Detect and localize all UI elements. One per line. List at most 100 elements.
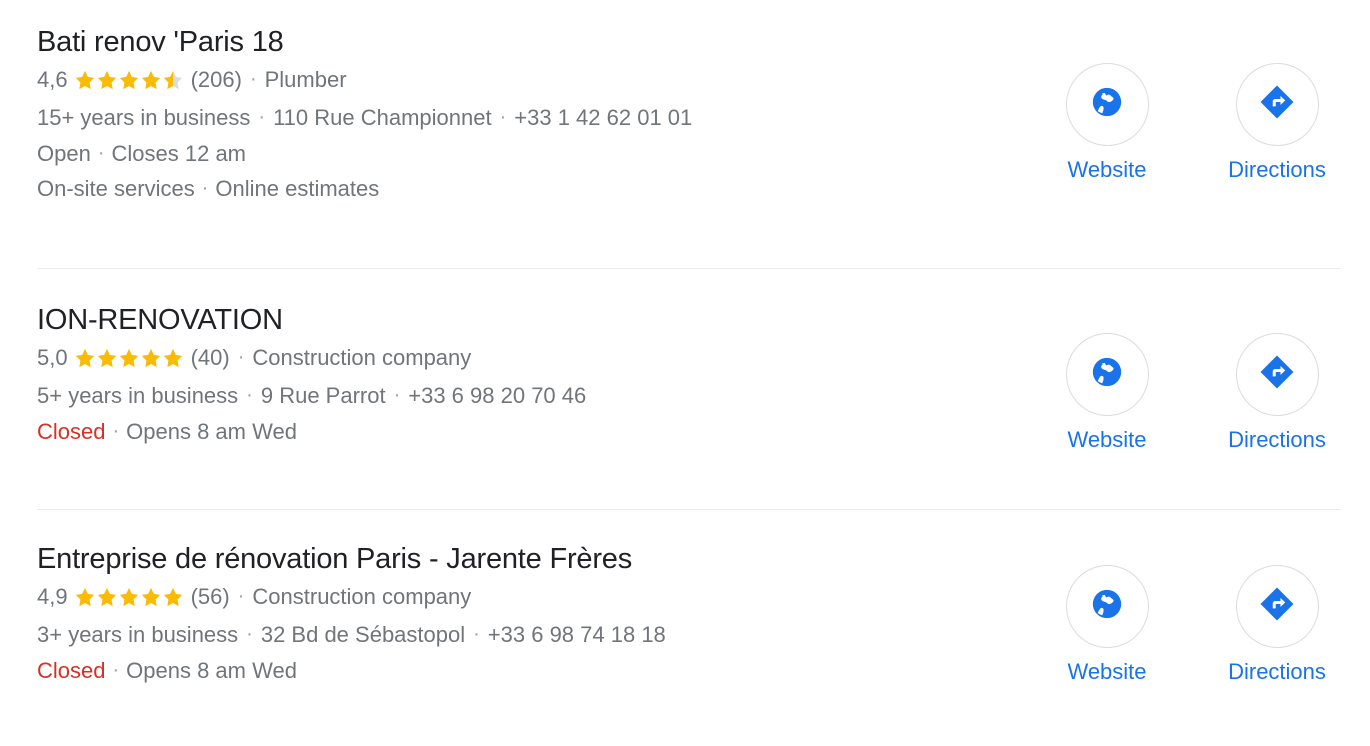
phone-number[interactable]: +33 6 98 74 18 18 xyxy=(488,619,666,651)
website-button[interactable]: Website xyxy=(1064,333,1150,453)
website-button[interactable]: Website xyxy=(1064,565,1150,685)
hours-text: Opens 8 am Wed xyxy=(126,658,297,683)
business-name[interactable]: ION-RENOVATION xyxy=(37,302,586,338)
rating-row: 4,9 (56) · Construction company xyxy=(37,581,666,613)
separator-dot: · xyxy=(246,623,253,645)
service-tag: Online estimates xyxy=(215,176,380,201)
local-result-item[interactable]: Bati renov 'Paris 18 4,6 (206) · Plumber… xyxy=(0,0,1370,268)
star-half-icon xyxy=(162,69,184,91)
local-result-item[interactable]: Entreprise de rénovation Paris - Jarente… xyxy=(0,510,1370,746)
listing-info: Bati renov 'Paris 18 4,6 (206) · Plumber… xyxy=(37,24,692,205)
years-in-business: 5+ years in business xyxy=(37,383,239,408)
website-label: Website xyxy=(1067,427,1147,452)
directions-label: Directions xyxy=(1228,659,1326,684)
details-row: 15+ years in business · 110 Rue Champion… xyxy=(37,102,692,134)
directions-label: Directions xyxy=(1228,157,1326,182)
hours-text: Opens 8 am Wed xyxy=(126,419,297,444)
service-tag: On-site services xyxy=(37,176,195,201)
star-icon xyxy=(74,586,96,608)
separator-dot: · xyxy=(237,346,245,368)
separator-dot: · xyxy=(112,659,120,681)
website-label: Website xyxy=(1067,157,1147,182)
star-icon xyxy=(118,586,140,608)
separator-dot: · xyxy=(499,106,507,128)
star-rating xyxy=(74,69,184,91)
phone-number[interactable]: +33 1 42 62 01 01 xyxy=(514,102,692,134)
services-row: On-site services · Online estimates xyxy=(37,173,692,205)
review-count: (206) xyxy=(190,67,242,92)
business-category: Construction company xyxy=(252,345,472,370)
closed-status: Closed xyxy=(37,658,106,683)
star-icon xyxy=(96,347,118,369)
separator-dot: · xyxy=(201,177,209,199)
directions-icon-circle xyxy=(1235,565,1319,648)
star-rating xyxy=(74,347,184,369)
open-status: Open xyxy=(37,141,91,166)
directions-button[interactable]: Directions xyxy=(1228,63,1326,183)
details-row: 3+ years in business · 32 Bd de Sébastop… xyxy=(37,619,666,651)
business-name[interactable]: Entreprise de rénovation Paris - Jarente… xyxy=(37,541,666,577)
rating-row: 5,0 (40) · Construction company xyxy=(37,342,586,374)
review-count: (56) xyxy=(190,584,230,609)
hours-text: Closes 12 am xyxy=(111,141,247,166)
listing-actions: Website Directions xyxy=(1064,333,1340,453)
separator-dot: · xyxy=(393,384,401,406)
hours-row: Closed · Opens 8 am Wed xyxy=(37,655,666,687)
directions-diamond-icon xyxy=(1258,585,1296,628)
star-icon xyxy=(140,347,162,369)
star-icon xyxy=(96,69,118,91)
directions-diamond-icon xyxy=(1258,83,1296,126)
star-icon xyxy=(118,347,140,369)
local-result-item[interactable]: ION-RENOVATION 5,0 (40) · Construction c… xyxy=(0,269,1370,509)
hours-row: Open · Closes 12 am xyxy=(37,138,692,170)
listing-actions: Website Directions xyxy=(1064,63,1340,183)
separator-dot: · xyxy=(112,420,120,442)
rating-row: 4,6 (206) · Plumber xyxy=(37,64,692,96)
website-icon-circle xyxy=(1065,333,1149,416)
star-icon xyxy=(140,586,162,608)
website-icon-circle xyxy=(1065,565,1149,648)
separator-dot: · xyxy=(237,585,245,607)
rating-value: 4,6 xyxy=(37,67,68,92)
star-icon xyxy=(74,69,96,91)
separator-dot: · xyxy=(258,106,266,128)
star-icon xyxy=(162,347,184,369)
rating-value: 5,0 xyxy=(37,345,68,370)
listing-info: ION-RENOVATION 5,0 (40) · Construction c… xyxy=(37,302,586,451)
website-button[interactable]: Website xyxy=(1064,63,1150,183)
address: 32 Bd de Sébastopol xyxy=(260,622,466,647)
directions-icon-circle xyxy=(1235,63,1319,146)
listing-actions: Website Directions xyxy=(1064,565,1340,685)
phone-number[interactable]: +33 6 98 20 70 46 xyxy=(408,380,586,412)
globe-icon xyxy=(1090,85,1124,124)
review-count: (40) xyxy=(190,345,230,370)
hours-row: Closed · Opens 8 am Wed xyxy=(37,416,586,448)
website-icon-circle xyxy=(1065,63,1149,146)
separator-dot: · xyxy=(97,142,105,164)
separator-dot: · xyxy=(249,68,257,90)
globe-icon xyxy=(1090,587,1124,626)
globe-icon xyxy=(1090,355,1124,394)
star-icon xyxy=(140,69,162,91)
address: 110 Rue Championnet xyxy=(273,105,492,130)
directions-label: Directions xyxy=(1228,427,1326,452)
local-results-list: Bati renov 'Paris 18 4,6 (206) · Plumber… xyxy=(0,0,1370,746)
details-row: 5+ years in business · 9 Rue Parrot · +3… xyxy=(37,380,586,412)
address: 9 Rue Parrot xyxy=(260,383,386,408)
listing-info: Entreprise de rénovation Paris - Jarente… xyxy=(37,541,666,690)
star-icon xyxy=(162,586,184,608)
business-name[interactable]: Bati renov 'Paris 18 xyxy=(37,24,692,60)
years-in-business: 3+ years in business xyxy=(37,622,239,647)
years-in-business: 15+ years in business xyxy=(37,105,251,130)
directions-button[interactable]: Directions xyxy=(1228,565,1326,685)
star-rating xyxy=(74,586,184,608)
separator-dot: · xyxy=(473,623,480,645)
star-icon xyxy=(118,69,140,91)
separator-dot: · xyxy=(246,384,253,406)
star-icon xyxy=(96,586,118,608)
business-category: Construction company xyxy=(252,584,472,609)
website-label: Website xyxy=(1067,659,1147,684)
directions-button[interactable]: Directions xyxy=(1228,333,1326,453)
directions-diamond-icon xyxy=(1258,353,1296,396)
closed-status: Closed xyxy=(37,419,106,444)
